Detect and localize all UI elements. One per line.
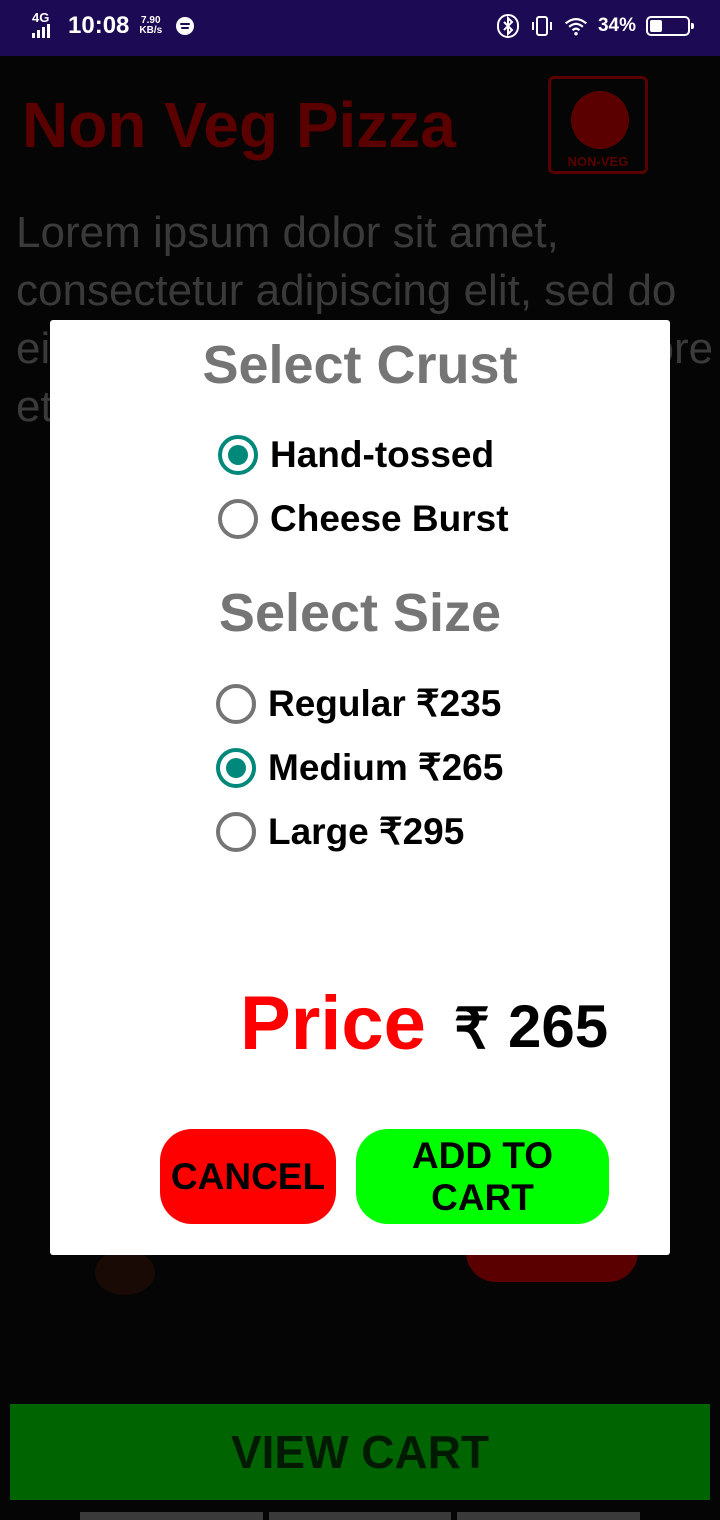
radio-button[interactable]	[216, 683, 256, 724]
crust-option-hand-tossed[interactable]: Hand-tossed	[218, 434, 494, 476]
battery-percent: 34%	[597, 15, 636, 36]
add-to-cart-button[interactable]: ADD TO CART	[356, 1129, 609, 1224]
network-type: 4G	[32, 10, 50, 25]
crust-option-cheese-burst[interactable]: Cheese Burst	[218, 498, 509, 540]
item-image	[95, 1250, 155, 1295]
clock: 10:08	[68, 12, 130, 39]
vibrate-icon	[530, 14, 554, 38]
customize-dialog: Select Crust Hand-tossed Cheese Burst Se…	[50, 320, 670, 1255]
cancel-button[interactable]: CANCEL	[160, 1129, 336, 1224]
page-title: Non Veg Pizza	[22, 89, 456, 161]
non-veg-badge: NON-VEG	[548, 76, 648, 174]
currency-symbol: ₹	[454, 997, 490, 1060]
battery-icon	[646, 16, 694, 36]
radio-button[interactable]	[216, 747, 256, 788]
signal-icon: 4G	[32, 10, 60, 40]
size-option-medium[interactable]: Medium ₹265	[216, 746, 503, 789]
size-title: Select Size	[218, 583, 502, 643]
wifi-icon	[564, 14, 588, 38]
navigation-bar	[80, 1512, 641, 1520]
price-label: Price	[240, 981, 426, 1066]
radio-button[interactable]	[218, 435, 258, 475]
non-veg-dot-icon	[571, 91, 629, 149]
price-value: 265	[508, 993, 609, 1060]
view-cart-button[interactable]: VIEW CART	[10, 1404, 710, 1500]
size-option-regular[interactable]: Regular ₹235	[216, 682, 501, 725]
size-option-large[interactable]: Large ₹295	[216, 810, 464, 853]
spotify-icon	[176, 17, 195, 35]
status-bar: 4G 10:08 7.90 KB/s 34%	[0, 0, 720, 56]
radio-button[interactable]	[218, 499, 258, 539]
crust-title: Select Crust	[202, 335, 518, 395]
radio-button[interactable]	[216, 811, 256, 852]
bluetooth-icon	[496, 14, 520, 38]
network-speed: 7.90 KB/s	[139, 15, 163, 36]
